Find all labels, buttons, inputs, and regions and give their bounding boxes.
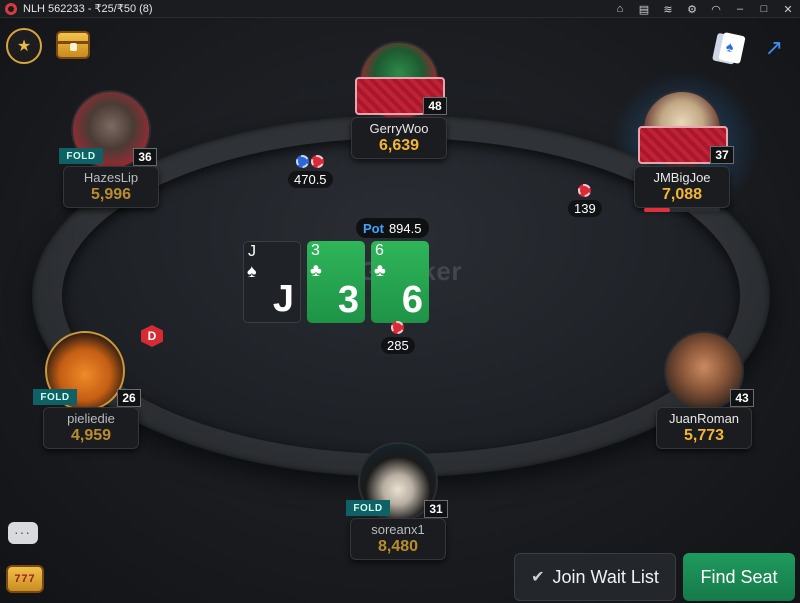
card-rank-large: 6 (401, 279, 423, 321)
slot-machine-icon: 777 (14, 573, 36, 585)
close-icon[interactable]: ✕ (776, 0, 800, 18)
trend-chart-icon: ↗ (764, 35, 784, 60)
player-stack: 5,773 (683, 427, 725, 444)
player-plate: pieliedie 4,959 (43, 407, 139, 449)
trophy-icon: ★ (16, 38, 32, 55)
seat-pieliedie[interactable]: FOLD 26 pieliedie 4,959 (33, 331, 141, 451)
treasure-chest-button[interactable] (54, 28, 92, 62)
app-logo-icon (5, 2, 17, 15)
player-stack: 5,996 (90, 186, 132, 203)
player-stack: 8,480 (377, 538, 419, 555)
player-plate: JuanRoman 5,773 (656, 407, 752, 449)
chat-icon (8, 522, 38, 544)
title-bar-controls: ⌂ ▤ ≋ ⚙ ◠ – □ ✕ (608, 0, 800, 18)
chips-icon (578, 181, 592, 199)
maximize-icon[interactable]: □ (752, 0, 776, 18)
action-timer-fill (644, 208, 670, 212)
player-name: HazesLip (83, 170, 139, 185)
notes-icon[interactable]: ▤ (632, 0, 656, 18)
seat-soreanx1[interactable]: FOLD 31 soreanx1 8,480 (346, 442, 448, 562)
poker-table-window: NLH 562233 - ₹25/₹50 (8) ⌂ ▤ ≋ ⚙ ◠ – □ ✕… (0, 0, 800, 603)
player-level-badge: 48 (423, 97, 447, 115)
window-title: NLH 562233 - ₹25/₹50 (8) (23, 3, 153, 15)
settings-icon[interactable]: ⚙ (680, 0, 704, 18)
hand-history-button[interactable]: ♠ (717, 32, 747, 64)
cards-icon: ♠ (718, 32, 746, 64)
stats-button[interactable]: ↗ (757, 31, 791, 65)
layers-icon[interactable]: ≋ (656, 0, 680, 18)
player-name: pieliedie (67, 411, 115, 426)
bet-jmbigjoe: 139 (568, 181, 602, 217)
card-rank-large: J (272, 278, 294, 320)
card-rank: 3 (311, 242, 320, 259)
player-stack: 4,959 (70, 427, 112, 444)
player-level-badge: 43 (730, 389, 754, 407)
player-plate: JMBigJoe 7,088 (634, 166, 730, 208)
bet-amount: 470.5 (288, 171, 333, 188)
find-seat-label: Find Seat (700, 566, 778, 587)
board-card-2: 3 ♣ 3 (307, 241, 365, 323)
player-level-badge: 26 (117, 389, 141, 407)
seat-gerrywoo[interactable]: 48 GerryWoo 6,639 (351, 41, 447, 161)
board-card-1: J ♠ J (243, 241, 301, 323)
action-timer-bar (644, 208, 720, 212)
lobby-button[interactable]: ★ (6, 28, 42, 64)
chips-icon (391, 318, 405, 336)
pot-amount: 894.5 (388, 220, 422, 236)
chat-button[interactable] (8, 522, 42, 552)
fold-badge: FOLD (59, 148, 103, 164)
club-icon: ♣ (310, 260, 322, 280)
join-wait-list-label: Join Wait List (552, 566, 659, 587)
club-icon: ♣ (374, 260, 386, 280)
seat-jmbigjoe[interactable]: 37 JMBigJoe 7,088 (634, 90, 734, 212)
board-card-3: 6 ♣ 6 (371, 241, 429, 323)
pot-display: Pot 894.5 (356, 218, 429, 238)
player-name: GerryWoo (369, 121, 429, 136)
seat-hazeslip[interactable]: FOLD 36 HazesLip 5,996 (59, 90, 159, 210)
find-seat-button[interactable]: Find Seat (683, 553, 795, 601)
spade-icon: ♠ (247, 261, 257, 281)
player-plate: GerryWoo 6,639 (351, 117, 447, 159)
player-name: JMBigJoe (653, 170, 711, 185)
pot-label: Pot (363, 220, 384, 236)
player-name: JuanRoman (668, 411, 740, 426)
title-bar: NLH 562233 - ₹25/₹50 (8) ⌂ ▤ ≋ ⚙ ◠ – □ ✕ (0, 0, 800, 18)
checkmark-icon: ✔ (531, 569, 545, 586)
bet-gerrywoo: 470.5 (288, 152, 333, 188)
bet-amount: 285 (381, 337, 415, 354)
fold-badge: FOLD (33, 389, 77, 405)
player-stack: 6,639 (378, 137, 420, 154)
card-rank-large: 3 (337, 279, 359, 321)
player-level-badge: 36 (133, 148, 157, 166)
join-wait-list-button[interactable]: ✔ Join Wait List (514, 553, 676, 601)
slot-machine-button[interactable]: 777 (6, 565, 44, 593)
home-icon[interactable]: ⌂ (608, 0, 632, 18)
player-plate: HazesLip 5,996 (63, 166, 159, 208)
treasure-chest-icon (56, 31, 90, 59)
fold-badge: FOLD (346, 500, 390, 516)
bet-center: 285 (381, 318, 415, 354)
player-level-badge: 37 (710, 146, 734, 164)
player-stack: 7,088 (661, 186, 703, 203)
wifi-icon: ◠ (711, 3, 721, 16)
chips-icon (296, 152, 325, 170)
player-name: soreanx1 (371, 522, 425, 537)
player-level-badge: 31 (424, 500, 448, 518)
card-rank: 6 (375, 242, 384, 259)
card-rank: J (248, 243, 256, 260)
player-plate: soreanx1 8,480 (350, 518, 446, 560)
bet-amount: 139 (568, 200, 602, 217)
minimize-icon[interactable]: – (728, 0, 752, 18)
seat-juanroman[interactable]: 43 JuanRoman 5,773 (656, 331, 754, 451)
